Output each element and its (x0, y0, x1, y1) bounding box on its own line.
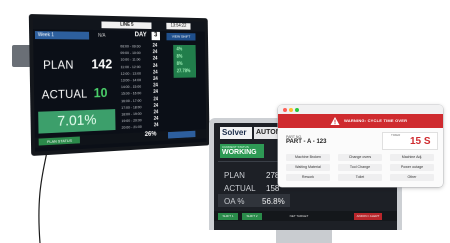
reason-toilet-button[interactable]: Toilet (338, 174, 382, 181)
footer-shift-2[interactable]: SHIFT 2 (242, 213, 262, 220)
footer-shift-1[interactable]: SHIFT 1 (218, 213, 238, 220)
reason-machine-adj-button[interactable]: Machine Adj. (390, 154, 434, 161)
warning-text: WARNING: CYCLE TIME OVER (344, 118, 408, 123)
desk-monitor-stand (276, 229, 332, 243)
plan-value: 142 (91, 55, 113, 72)
timer-value: 15 S (410, 136, 431, 147)
row-count: 24 (152, 42, 158, 49)
plan-label: PLAN (224, 171, 245, 180)
percent-cell: 8% (176, 54, 183, 60)
row-count: 24 (153, 116, 159, 122)
day-label: DAY (134, 31, 147, 39)
reason-power-outage-button[interactable]: Power outage (390, 164, 434, 171)
oa-value: 7.01% (57, 111, 97, 130)
reason-waiting-material-button[interactable]: Waiting Material (286, 164, 330, 171)
footer-net-target: NET TARGET (289, 214, 309, 218)
part-value: PART - A - 123 (286, 139, 327, 145)
reason-change-overs-button[interactable]: Change overs (338, 154, 382, 161)
warning-banner: WARNING: CYCLE TIME OVER (278, 114, 443, 128)
percent-cell: 4% (176, 46, 183, 53)
close-window-button[interactable] (283, 108, 287, 112)
table-row: 08:00 - 09:00 24 (118, 43, 169, 50)
status-text: WORKING (222, 149, 257, 156)
row-count: 24 (152, 49, 158, 56)
actual-value: 158 (266, 184, 280, 193)
status-badge: CURRENT STATUS WORKING (220, 144, 264, 158)
percent-cell: 27.78% (176, 68, 191, 75)
percent-column: 4% 8% 8% 27.78% (173, 44, 197, 78)
timer-label: TIMER (391, 133, 401, 137)
clock: 13:54:22 (166, 22, 191, 30)
row-count: 24 (152, 56, 158, 62)
shift-selector[interactable]: Week 1 (34, 31, 90, 40)
reason-rework-button[interactable]: Rework (286, 174, 330, 181)
oa-label: OA % (224, 197, 245, 206)
row-time: 18:00 - 19:00 (121, 111, 142, 117)
row-count: 24 (152, 62, 158, 69)
row-count: 24 (152, 69, 158, 76)
footer-andon-alert[interactable]: ANDON / ALERT (354, 213, 382, 220)
window-titlebar (278, 105, 443, 114)
row-time: 10:00 - 11:00 (120, 57, 141, 62)
actual-label: ACTUAL (224, 184, 256, 193)
row-count: 24 (153, 82, 158, 89)
row-time: 12:00 - 13:00 (120, 70, 141, 76)
row-count: 24 (153, 102, 159, 109)
row-time: 19:00 - 20:00 (121, 117, 142, 124)
oa-value: 56.8% (262, 197, 285, 206)
reason-machine-broken-button[interactable]: Machine Broken (286, 154, 330, 161)
day-value: 3 (151, 31, 160, 41)
bottom-percent: 26% (144, 130, 157, 138)
row-time: 15:00 - 16:00 (120, 90, 142, 97)
row-count: 24 (153, 109, 159, 116)
monitor-header-row: Week 1 N/A DAY 3 VIEW SHIFT (33, 30, 205, 41)
maximize-window-button[interactable] (295, 108, 299, 112)
row-time: 14:00 - 15:00 (120, 84, 142, 90)
minimize-window-button[interactable] (289, 108, 293, 112)
view-shift-button[interactable]: VIEW SHIFT (166, 32, 196, 41)
row-time: 20:00 - 21:00 (121, 124, 142, 131)
plan-label: PLAN (43, 57, 74, 72)
table-row: 09:00 - 10:00 24 (119, 49, 170, 56)
line-label: LINE 5 (101, 21, 152, 29)
row-time: 16:00 - 17:00 (121, 97, 142, 103)
row-time: 11:00 - 12:00 (120, 63, 141, 69)
row-time: 17:00 - 18:00 (121, 104, 142, 110)
row-count: 24 (153, 122, 159, 129)
row-time: 08:00 - 09:00 (120, 43, 141, 49)
table-row: 20:00 - 21:00 24 (120, 122, 171, 131)
shift-sub: N/A (98, 32, 106, 39)
row-count: 24 (153, 76, 158, 82)
percent-cell: 8% (176, 61, 183, 67)
warning-triangle-icon (330, 117, 340, 125)
solver-logo: Solver (220, 127, 252, 139)
row-count: 24 (153, 96, 159, 102)
actual-value: 10 (93, 84, 108, 101)
row-count: 24 (153, 89, 159, 96)
hourly-table: 08:00 - 09:00 24 09:00 - 10:00 24 10:00 - 11… (118, 43, 170, 132)
cycle-time-alert-window: WARNING: CYCLE TIME OVER PART NO. PART -… (278, 105, 443, 187)
reason-tool-change-button[interactable]: Tool Change (338, 164, 382, 171)
actual-label: ACTUAL (41, 86, 88, 102)
wall-monitor: LINE 5 13:54:22 Week 1 N/A DAY 3 VIEW SH… (28, 13, 210, 156)
row-time: 09:00 - 10:00 (120, 50, 141, 56)
reason-other-button[interactable]: Other (390, 174, 434, 181)
row-time: 13:00 - 14:00 (120, 77, 142, 83)
